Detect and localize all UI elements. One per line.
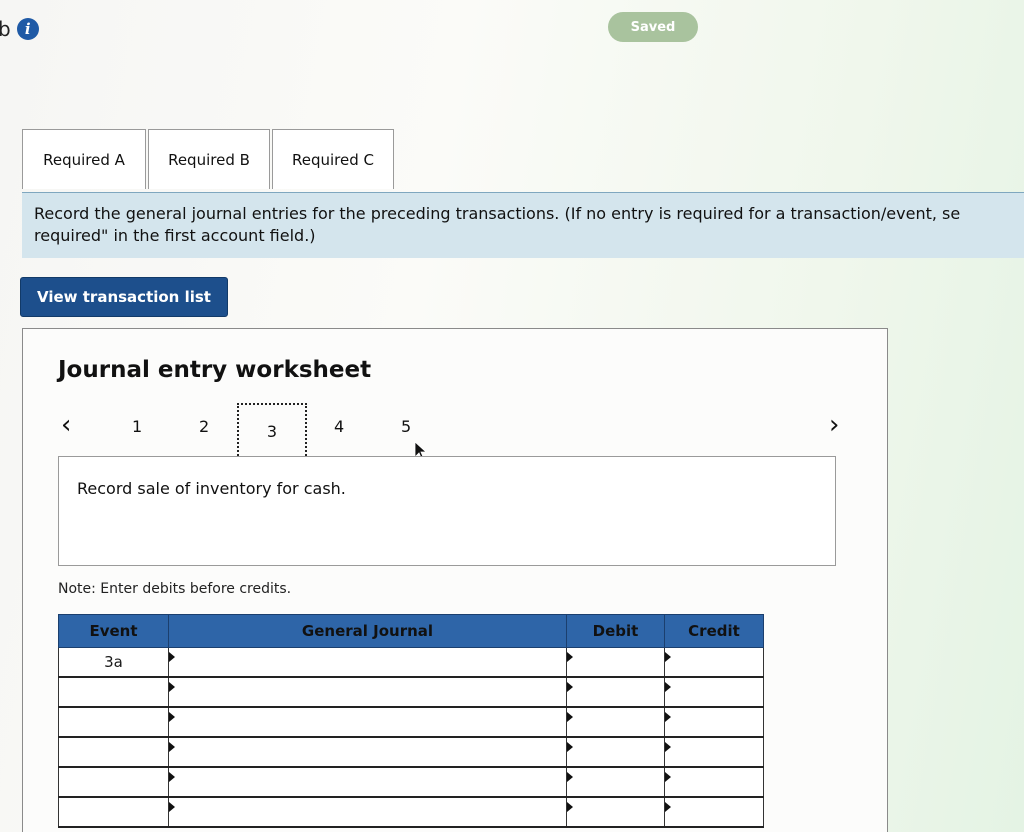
account-field[interactable] [168,796,567,828]
top-left-area: b i [0,17,39,41]
table-row [58,736,764,768]
account-field[interactable] [168,676,567,708]
event-cell [58,766,169,798]
event-cell [58,796,169,828]
table-row [58,766,764,798]
credit-field[interactable] [664,676,764,708]
view-transaction-list-button[interactable]: View transaction list [20,277,228,317]
credit-field[interactable] [664,647,764,678]
saved-status-badge: Saved [608,12,698,42]
debit-field[interactable] [566,736,665,768]
info-icon[interactable]: i [16,18,39,40]
transaction-description: Record sale of inventory for cash. [77,479,346,498]
debit-field[interactable] [566,796,665,828]
event-cell [58,736,169,768]
debit-field[interactable] [566,766,665,798]
column-header-debit: Debit [566,614,665,648]
page-link-1[interactable]: 1 [132,417,142,436]
account-field[interactable] [168,706,567,738]
instruction-line-1: Record the general journal entries for t… [34,204,961,223]
page-link-5[interactable]: 5 [401,417,411,436]
page-link-3-current[interactable]: 3 [237,403,307,459]
column-header-credit: Credit [664,614,764,648]
credit-field[interactable] [664,796,764,828]
page-link-4[interactable]: 4 [334,417,344,436]
page-link-2[interactable]: 2 [199,417,209,436]
credit-field[interactable] [664,766,764,798]
debit-field[interactable] [566,706,665,738]
tab-required-c[interactable]: Required C [272,129,394,189]
chevron-right-icon[interactable]: › [829,411,839,439]
transaction-description-box: Record sale of inventory for cash. [58,456,836,566]
credit-field[interactable] [664,706,764,738]
instruction-line-2: required" in the first account field.) [34,226,316,245]
event-cell [58,676,169,708]
account-field[interactable] [168,736,567,768]
worksheet-title: Journal entry worksheet [58,357,372,383]
instruction-banner: Record the general journal entries for t… [22,192,1024,258]
event-cell [58,706,169,738]
tab-required-b[interactable]: Required B [148,129,270,189]
column-header-event: Event [58,614,169,648]
truncated-text-fragment: b [0,17,11,41]
table-row: 3a [58,647,764,678]
table-row [58,706,764,738]
journal-entry-worksheet-panel: Journal entry worksheet ‹ 1 2 3 4 5 › Re… [22,328,888,832]
account-field[interactable] [168,766,567,798]
column-header-general-journal: General Journal [168,614,567,648]
requirement-tabs: Required A Required B Required C [22,129,394,189]
table-header-row: Event General Journal Debit Credit [58,614,764,648]
table-row [58,796,764,828]
account-field[interactable] [168,647,567,678]
debit-field[interactable] [566,676,665,708]
debit-field[interactable] [566,647,665,678]
credit-field[interactable] [664,736,764,768]
entry-note: Note: Enter debits before credits. [58,581,292,597]
tab-required-a[interactable]: Required A [22,129,146,189]
general-journal-table: Event General Journal Debit Credit 3a [58,614,764,828]
event-cell: 3a [58,647,169,678]
chevron-left-icon[interactable]: ‹ [61,411,71,439]
table-row [58,676,764,708]
